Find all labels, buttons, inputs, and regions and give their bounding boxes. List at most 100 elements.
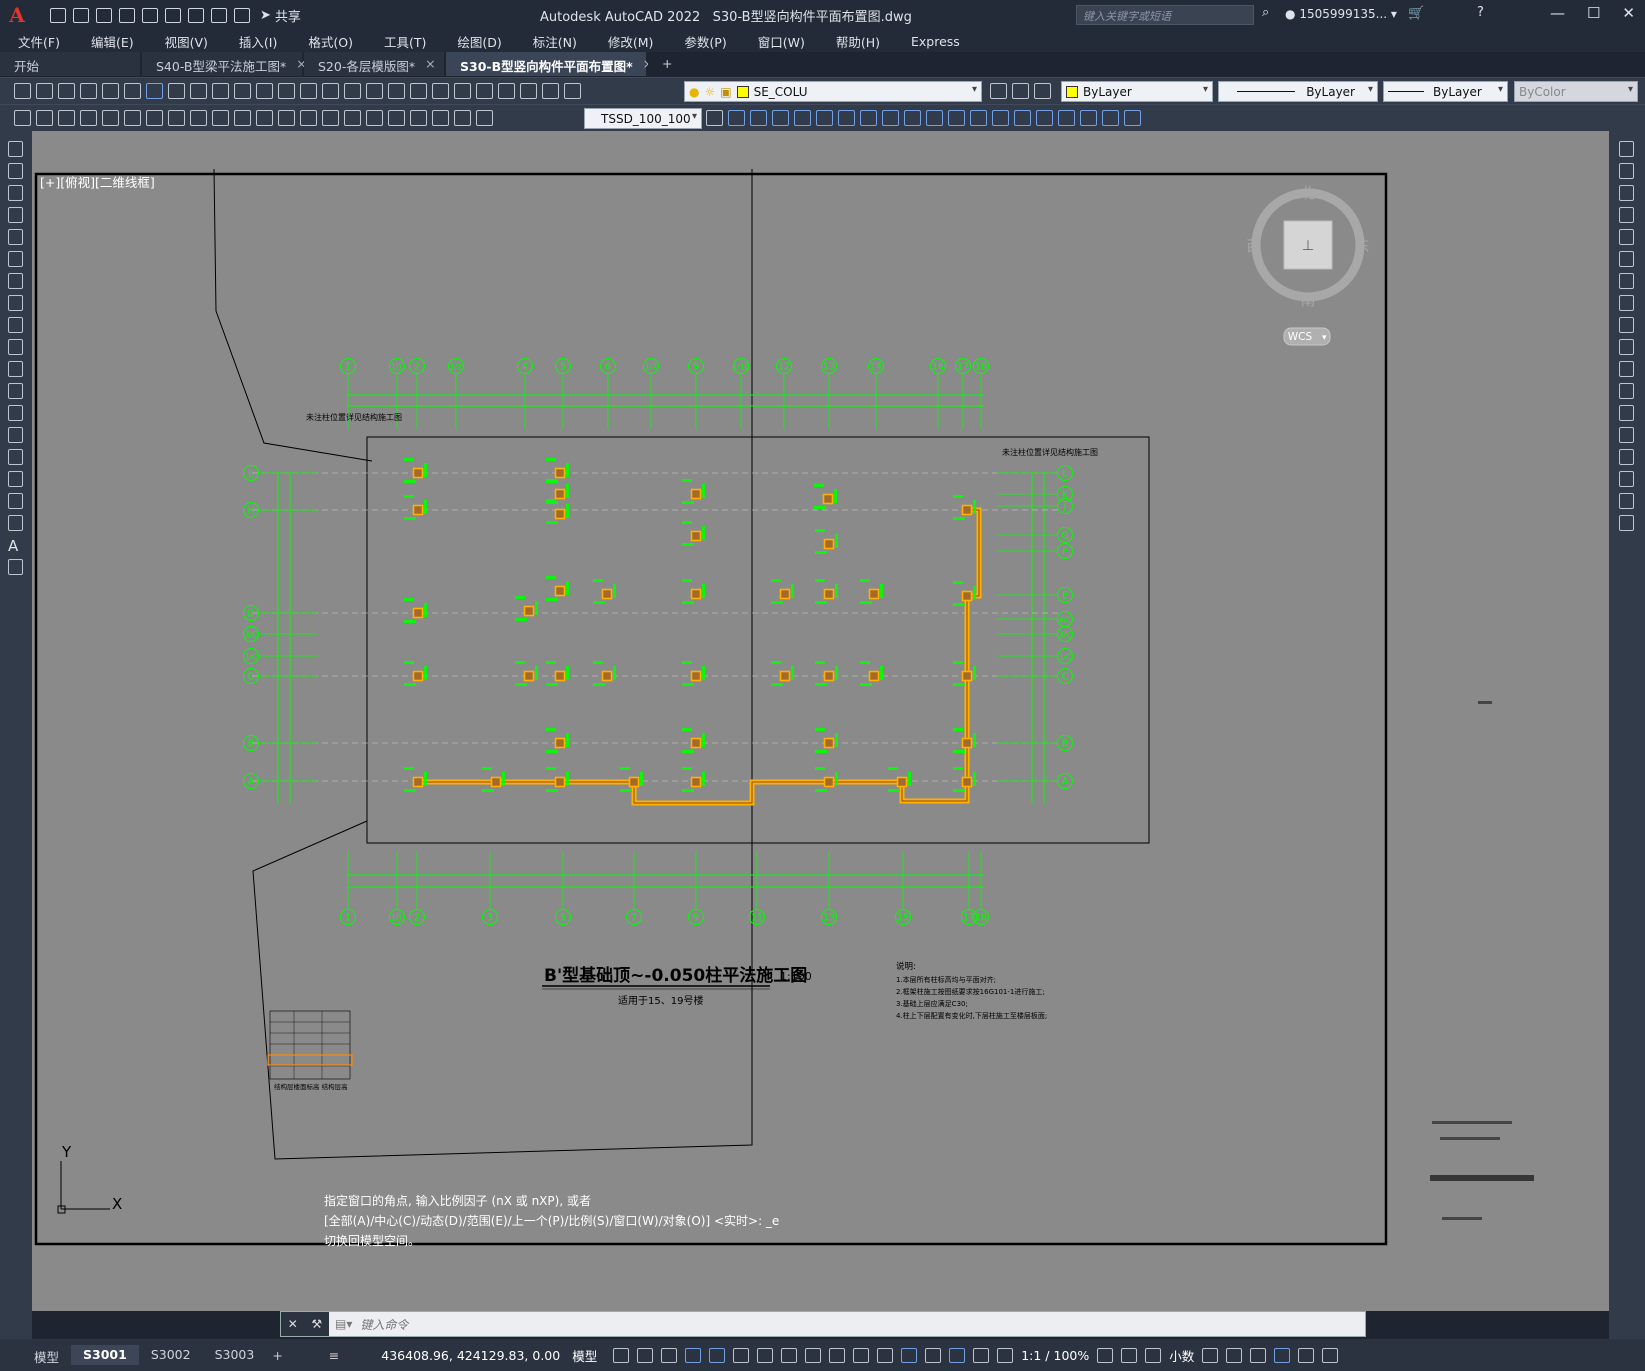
units-dropdown[interactable]: 小数 [1169, 1346, 1194, 1365]
layer-previous-icon[interactable] [1034, 83, 1051, 99]
customization-icon[interactable] [1322, 1347, 1339, 1363]
grid-icon[interactable] [613, 1347, 630, 1363]
dim-break-icon[interactable] [278, 110, 295, 126]
break-icon[interactable] [1619, 405, 1634, 421]
dim-arc-icon[interactable] [58, 110, 75, 126]
object-snap-tracking-icon[interactable] [781, 1347, 798, 1363]
minimize-icon[interactable]: — [1550, 4, 1565, 22]
user-account[interactable]: ● 1505999135... ▾ [1285, 7, 1397, 21]
object-snap-icon[interactable] [805, 1347, 822, 1363]
dim-edit-icon[interactable] [388, 110, 405, 126]
maximize-icon[interactable]: ☐ [1587, 4, 1600, 22]
gear-icon[interactable] [1121, 1347, 1138, 1363]
zoom-previous-icon[interactable] [388, 83, 405, 99]
redo-icon[interactable] [300, 83, 317, 99]
lineweight-dropdown[interactable]: ByLayer ▾ [1383, 81, 1508, 102]
union-icon[interactable] [1124, 110, 1141, 126]
fillet-icon[interactable] [1619, 471, 1634, 487]
drawing-canvas[interactable]: [+][俯视][二维线框] ⊥ 北 南 东 西 WCS ▾ 1 1/1 2 1/2 4 5… [32, 131, 1609, 1311]
erase-icon[interactable] [1619, 141, 1634, 157]
cut-icon[interactable] [168, 83, 185, 99]
annotation-visibility-icon[interactable] [973, 1347, 990, 1363]
explode-icon[interactable] [1619, 515, 1634, 531]
save-web-icon[interactable] [165, 7, 181, 23]
color-dropdown[interactable]: ByLayer ▾ [1061, 81, 1213, 102]
gizmo-icon[interactable] [949, 1347, 966, 1363]
properties-icon[interactable] [410, 83, 427, 99]
ellipse-arc-icon[interactable] [8, 361, 23, 377]
flatshot-icon[interactable] [948, 110, 965, 126]
gradient-icon[interactable] [8, 471, 23, 487]
table-icon[interactable] [8, 515, 23, 531]
construction-line-icon[interactable] [8, 163, 23, 179]
revolve-icon[interactable] [1058, 110, 1075, 126]
layout-tab-model[interactable]: 模型 [22, 1345, 71, 1365]
offset-icon[interactable] [1619, 207, 1634, 223]
calculator-icon[interactable] [520, 83, 537, 99]
menu-insert[interactable]: 插入(I) [239, 32, 277, 51]
dynamic-ucs-icon[interactable] [925, 1347, 942, 1363]
command-prompt-icon[interactable]: ▤▾ [335, 1317, 352, 1331]
dim-ordinate-icon[interactable] [80, 110, 97, 126]
zoom-window-icon[interactable] [366, 83, 383, 99]
save-as-icon[interactable] [119, 7, 135, 23]
menu-modify[interactable]: 修改(M) [608, 32, 654, 51]
dim-aligned-icon[interactable] [36, 110, 53, 126]
trim-icon[interactable] [1619, 339, 1634, 355]
tab-start[interactable]: 开始 [0, 52, 140, 76]
annotation-scale[interactable]: 1:1 / 100% [1021, 1348, 1089, 1363]
plot-icon[interactable] [188, 7, 204, 23]
lock-ui-icon[interactable] [1226, 1347, 1243, 1363]
menu-format[interactable]: 格式(O) [308, 32, 353, 51]
tool-palettes-icon[interactable] [454, 83, 471, 99]
menu-help[interactable]: 帮助(H) [836, 32, 880, 51]
mtext-icon[interactable]: A [8, 537, 23, 555]
save-icon[interactable] [96, 7, 112, 23]
mesh-icon[interactable] [992, 110, 1009, 126]
menu-draw[interactable]: 绘图(D) [457, 32, 501, 51]
new-icon[interactable] [50, 7, 66, 23]
menu-file[interactable]: 文件(F) [18, 32, 60, 51]
layer-match-icon[interactable] [1012, 83, 1029, 99]
scale-icon[interactable] [1619, 295, 1634, 311]
walk-icon[interactable] [772, 110, 789, 126]
layout-tab-s3003[interactable]: S3003 [203, 1345, 267, 1365]
visual-style-icon[interactable] [904, 110, 921, 126]
revision-cloud-icon[interactable] [8, 295, 23, 311]
command-input[interactable]: 键入命令 [360, 1316, 408, 1333]
layer-dropdown[interactable]: ● ☼ ▣ SE_COLU ▾ [684, 81, 982, 102]
close-icon[interactable]: ✕ [1622, 4, 1635, 22]
tab-s30[interactable]: S30-B型竖向构件平面布置图*× [446, 52, 653, 76]
circle-icon[interactable] [8, 273, 23, 289]
plotstyle-dropdown[interactable]: ByColor ▾ [1514, 81, 1638, 102]
dim-override-icon[interactable] [476, 110, 493, 126]
join-icon[interactable] [1619, 427, 1634, 443]
share-button[interactable]: ➤ 共享 [260, 6, 301, 25]
chamfer-icon[interactable] [1619, 449, 1634, 465]
redo-icon[interactable] [234, 7, 250, 23]
center-mark-icon[interactable] [322, 110, 339, 126]
menu-view[interactable]: 视图(V) [165, 32, 208, 51]
surface-icon[interactable] [1014, 110, 1031, 126]
menu-express[interactable]: Express [911, 34, 960, 49]
copy-icon[interactable] [190, 83, 207, 99]
close-tab-icon[interactable]: × [425, 56, 435, 76]
polygon-icon[interactable] [8, 207, 23, 223]
search-input[interactable]: 键入关键字或短语 [1076, 5, 1254, 25]
menu-edit[interactable]: 编辑(E) [91, 32, 134, 51]
light-icon[interactable] [838, 110, 855, 126]
viewport-label[interactable]: [+][俯视][二维线框] [40, 175, 155, 190]
annotation-monitor-icon[interactable] [1145, 1347, 1162, 1363]
infer-icon[interactable] [661, 1347, 678, 1363]
dim-angular-icon[interactable] [168, 110, 185, 126]
arc-icon[interactable] [8, 251, 23, 267]
preview-icon[interactable] [102, 83, 119, 99]
search-icon[interactable]: ⌕ [1262, 5, 1269, 20]
tab-s40[interactable]: S40-B型梁平法施工图* × [142, 52, 307, 76]
layout-tab-s3001[interactable]: S3001 [71, 1345, 139, 1365]
solid-icon[interactable] [970, 110, 987, 126]
layout-list-icon[interactable]: ≡ [329, 1348, 339, 1363]
cart-icon[interactable]: 🛒 [1408, 6, 1424, 21]
stretch-icon[interactable] [1619, 317, 1634, 333]
rectangle-icon[interactable] [8, 229, 23, 245]
